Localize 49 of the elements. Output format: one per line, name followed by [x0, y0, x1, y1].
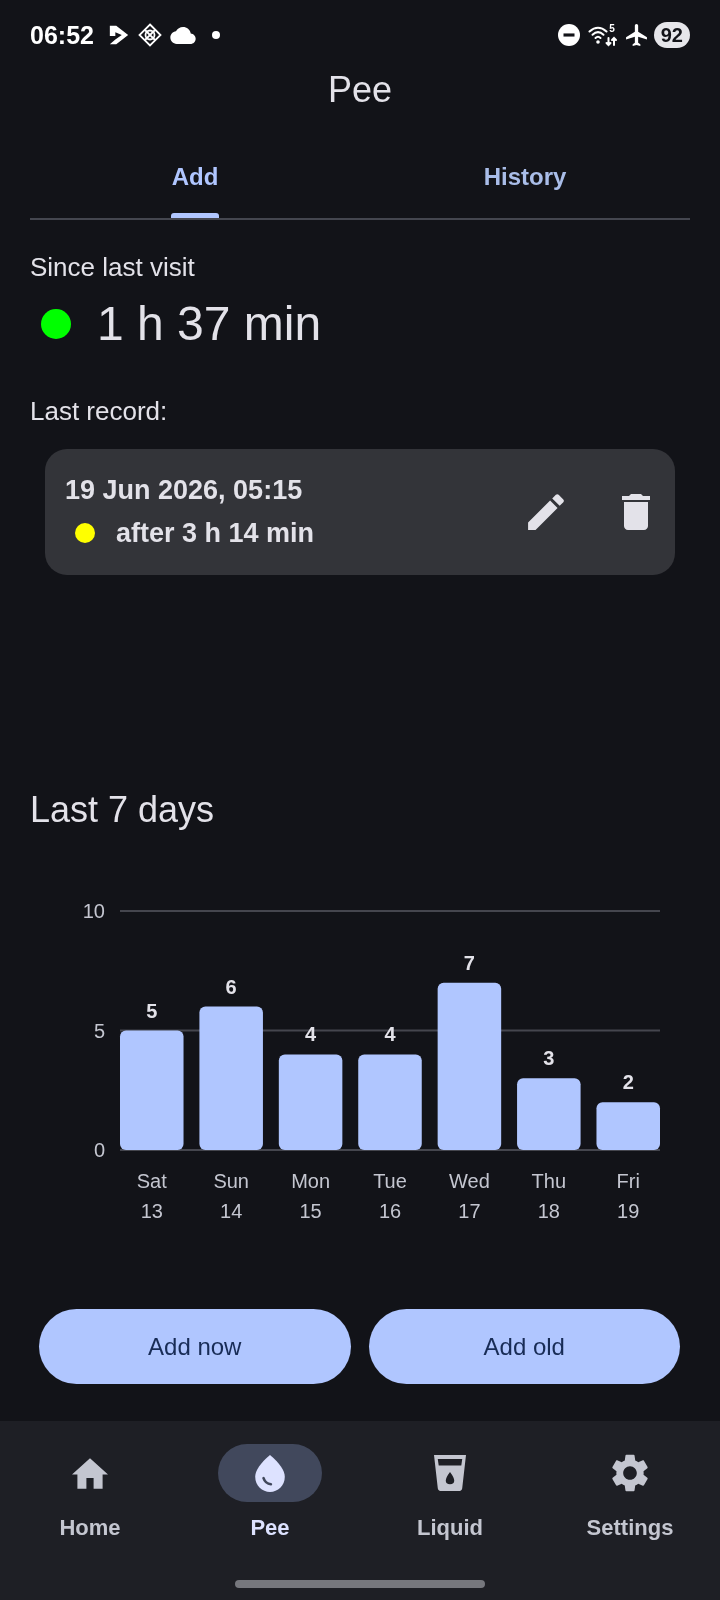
- x-axis-label: Wed 17: [449, 1170, 490, 1222]
- x-axis-label: Sat 13: [136, 1170, 167, 1222]
- bar-value-label: 5: [146, 999, 158, 1022]
- add-button[interactable]: Add now: [39, 1309, 351, 1384]
- tab[interactable]: History: [360, 128, 690, 218]
- zigzag-arrow-icon: [107, 24, 130, 46]
- nav-item[interactable]: Liquid: [360, 1421, 540, 1542]
- tab[interactable]: Add: [30, 128, 360, 218]
- notification-dot-icon: [211, 31, 220, 39]
- nav-item[interactable]: Home: [0, 1421, 180, 1542]
- bar-value-label: 2: [622, 1071, 634, 1094]
- y-axis-label: 10: [82, 900, 105, 922]
- nav-item[interactable]: Settings: [540, 1421, 720, 1542]
- bar-value-label: 7: [463, 951, 475, 974]
- record-interval: after 3 h 14 min: [116, 517, 315, 549]
- status-time: 06:52: [30, 20, 94, 50]
- x-axis-label: Fri 19: [616, 1170, 640, 1222]
- since-last-visit-label: Since last visit: [30, 252, 195, 282]
- elapsed-time: 1 h 37 min: [97, 296, 322, 352]
- last-record-label: Last record:: [30, 396, 168, 426]
- do-not-disturb-icon: [557, 24, 580, 46]
- delete-button[interactable]: [622, 494, 650, 530]
- diamond-grid-icon: [137, 23, 162, 47]
- x-axis-label: Mon 15: [291, 1170, 331, 1222]
- bar-value-label: 4: [384, 1023, 396, 1046]
- y-axis-label: 0: [93, 1139, 105, 1161]
- y-axis-label: 5: [93, 1019, 105, 1042]
- cloud-icon: [169, 25, 196, 45]
- record-date: 19 Jun 2026, 05:15: [65, 474, 303, 507]
- glass-icon: [434, 1455, 466, 1491]
- settings-icon: [612, 1454, 648, 1492]
- bar: [596, 1102, 660, 1150]
- bar: [517, 1078, 581, 1150]
- airplane-icon: [625, 24, 647, 46]
- add-button[interactable]: Add old: [368, 1309, 680, 1384]
- chart-heading: Last 7 days: [30, 789, 215, 831]
- home-icon: [72, 1457, 108, 1489]
- edit-button[interactable]: [528, 494, 564, 530]
- screen-title: Pee: [326, 68, 394, 112]
- x-axis-label: Sun 14: [213, 1170, 249, 1222]
- x-axis-label: Thu 18: [531, 1170, 567, 1222]
- x-axis-label: Tue 16: [373, 1170, 407, 1222]
- trash-icon: [622, 494, 650, 530]
- nav-item[interactable]: Pee: [180, 1421, 360, 1542]
- bar-value-label: 4: [305, 1023, 317, 1046]
- pencil-icon: [528, 494, 564, 530]
- bar-value-label: 3: [543, 1047, 555, 1070]
- battery-indicator: 92: [653, 22, 690, 48]
- bar-value-label: 6: [225, 975, 237, 998]
